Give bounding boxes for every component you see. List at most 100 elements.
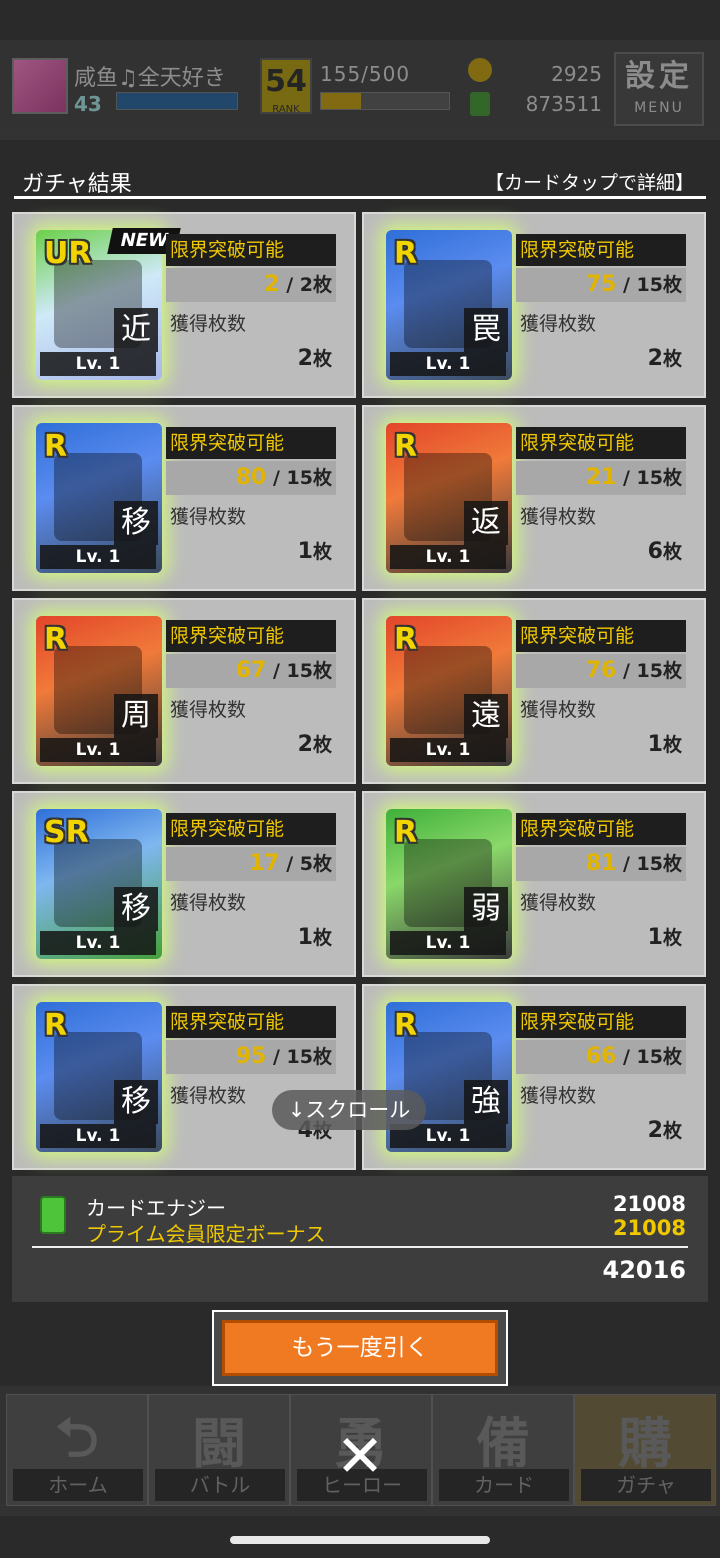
card-level: Lv. 1 bbox=[390, 931, 506, 955]
obtained-count: 2 bbox=[297, 346, 313, 371]
limit-break-value: 17 / 5枚 bbox=[166, 847, 336, 881]
obtained-value: 2枚 bbox=[166, 342, 336, 376]
limit-have: 76 bbox=[585, 658, 617, 683]
obtained-value: 2枚 bbox=[166, 728, 336, 762]
gacha-card[interactable]: R 遠 Lv. 1 限界突破可能 76 / 15枚 獲得枚数 1枚 bbox=[362, 598, 706, 784]
nav-icon: 備 bbox=[476, 1412, 530, 1475]
obtained-label: 獲得枚数 bbox=[520, 699, 597, 721]
limit-have: 81 bbox=[585, 851, 617, 876]
rarity-badge: R bbox=[394, 429, 418, 464]
limit-need: 2 bbox=[299, 274, 313, 296]
limit-break-value: 95 / 15枚 bbox=[166, 1040, 336, 1074]
gold-count: 2925 bbox=[551, 62, 602, 86]
limit-have: 80 bbox=[235, 465, 267, 490]
obtained-value: 1枚 bbox=[166, 535, 336, 569]
nav-item-0[interactable]: ⮌ ホーム bbox=[6, 1394, 148, 1506]
limit-need: 15 bbox=[286, 467, 313, 489]
nav-icon: 闘 bbox=[192, 1412, 246, 1475]
card-type-badge: 移 bbox=[114, 887, 158, 931]
limit-break-value: 75 / 15枚 bbox=[516, 268, 686, 302]
count-unit: 枚 bbox=[662, 660, 682, 682]
obtained-count: 1 bbox=[297, 539, 313, 564]
limit-break-label: 限界突破可能 bbox=[516, 813, 686, 845]
player-avatar bbox=[12, 58, 68, 114]
limit-break-label: 限界突破可能 bbox=[166, 813, 336, 845]
card-type-badge: 弱 bbox=[464, 887, 508, 931]
rarity-badge: R bbox=[394, 1008, 418, 1043]
energy-label: カードエナジー bbox=[86, 1196, 226, 1220]
rarity-badge: R bbox=[44, 1008, 68, 1043]
count-unit: 枚 bbox=[312, 853, 332, 875]
obtained-value: 1枚 bbox=[166, 921, 336, 955]
gacha-card[interactable]: R 返 Lv. 1 限界突破可能 21 / 15枚 獲得枚数 6枚 bbox=[362, 405, 706, 591]
count-unit: 枚 bbox=[312, 660, 332, 682]
count-unit: 枚 bbox=[662, 541, 682, 563]
player-name: 咸鱼♫全天好き bbox=[74, 66, 226, 91]
gacha-card[interactable]: R 移 Lv. 1 限界突破可能 80 / 15枚 獲得枚数 1枚 bbox=[12, 405, 356, 591]
gacha-card[interactable]: R 周 Lv. 1 限界突破可能 67 / 15枚 獲得枚数 2枚 bbox=[12, 598, 356, 784]
obtained-value: 1枚 bbox=[516, 921, 686, 955]
settings-menu-button[interactable]: 設定 MENU bbox=[614, 52, 704, 126]
nav-item-4[interactable]: 購ガチャ bbox=[574, 1394, 716, 1506]
obtained-label: 獲得枚数 bbox=[170, 699, 247, 721]
energy-summary: カードエナジー プライム会員限定ボーナス 21008 21008 42016 bbox=[12, 1176, 708, 1302]
rarity-badge: R bbox=[44, 622, 68, 657]
card-type-badge: 返 bbox=[464, 501, 508, 545]
count-unit: 枚 bbox=[312, 348, 332, 370]
settings-label: 設定 bbox=[625, 59, 693, 94]
exp-bar bbox=[116, 92, 238, 110]
gacha-card[interactable]: R 弱 Lv. 1 限界突破可能 81 / 15枚 獲得枚数 1枚 bbox=[362, 791, 706, 977]
limit-break-value: 2 / 2枚 bbox=[166, 268, 336, 302]
gacha-card[interactable]: SR 移 Lv. 1 限界突破可能 17 / 5枚 獲得枚数 1枚 bbox=[12, 791, 356, 977]
stamina-bar bbox=[320, 92, 450, 110]
nav-item-3[interactable]: 備カード bbox=[432, 1394, 574, 1506]
count-unit: 枚 bbox=[662, 734, 682, 756]
count-unit: 枚 bbox=[312, 274, 332, 296]
limit-have: 75 bbox=[585, 272, 617, 297]
gacha-card[interactable]: R 罠 Lv. 1 限界突破可能 75 / 15枚 獲得枚数 2枚 bbox=[362, 212, 706, 398]
nav-icon: 購 bbox=[618, 1412, 672, 1475]
rank-label: RANK bbox=[272, 104, 300, 115]
limit-break-label: 限界突破可能 bbox=[516, 1006, 686, 1038]
gacha-card[interactable]: R 強 Lv. 1 限界突破可能 66 / 15枚 獲得枚数 2枚 bbox=[362, 984, 706, 1170]
card-type-badge: 強 bbox=[464, 1080, 508, 1124]
limit-break-value: 67 / 15枚 bbox=[166, 654, 336, 688]
limit-need: 15 bbox=[636, 853, 663, 875]
count-unit: 枚 bbox=[662, 1120, 682, 1142]
result-title: ガチャ結果 bbox=[22, 172, 132, 197]
nav-item-1[interactable]: 闘バトル bbox=[148, 1394, 290, 1506]
limit-break-label: 限界突破可能 bbox=[166, 1006, 336, 1038]
result-header: ガチャ結果 【カードタップで詳細】 bbox=[0, 160, 720, 204]
summary-divider bbox=[32, 1246, 688, 1248]
gacha-card[interactable]: UR NEW 近 Lv. 1 限界突破可能 2 / 2枚 獲得枚数 2枚 bbox=[12, 212, 356, 398]
obtained-count: 1 bbox=[297, 925, 313, 950]
player-level: 43 bbox=[74, 92, 102, 116]
coin-icon bbox=[468, 58, 492, 82]
rarity-badge: R bbox=[394, 815, 418, 850]
limit-break-label: 限界突破可能 bbox=[166, 620, 336, 652]
limit-have: 21 bbox=[585, 465, 617, 490]
card-level: Lv. 1 bbox=[40, 931, 156, 955]
count-unit: 枚 bbox=[312, 1046, 332, 1068]
count-unit: 枚 bbox=[662, 927, 682, 949]
card-level: Lv. 1 bbox=[40, 545, 156, 569]
nav-label: ホーム bbox=[13, 1469, 143, 1501]
limit-break-label: 限界突破可能 bbox=[516, 234, 686, 266]
limit-break-value: 80 / 15枚 bbox=[166, 461, 336, 495]
home-indicator[interactable] bbox=[230, 1536, 490, 1544]
draw-again-button[interactable]: もう一度引く bbox=[222, 1320, 498, 1376]
limit-have: 2 bbox=[264, 272, 280, 297]
count-unit: 枚 bbox=[662, 348, 682, 370]
limit-have: 17 bbox=[248, 851, 280, 876]
limit-break-value: 66 / 15枚 bbox=[516, 1040, 686, 1074]
bonus-value: 21008 bbox=[612, 1216, 686, 1240]
limit-need: 15 bbox=[636, 467, 663, 489]
gacha-card[interactable]: R 移 Lv. 1 限界突破可能 95 / 15枚 獲得枚数 4枚 bbox=[12, 984, 356, 1170]
status-bar: 咸鱼♫全天好き 43 54 RANK 155/500 2925 873511 設… bbox=[0, 40, 720, 140]
limit-break-value: 76 / 15枚 bbox=[516, 654, 686, 688]
close-icon[interactable]: ✕ bbox=[330, 1426, 390, 1486]
card-type-badge: 罠 bbox=[464, 308, 508, 352]
obtained-label: 獲得枚数 bbox=[520, 313, 597, 335]
obtained-count: 1 bbox=[647, 925, 663, 950]
draw-again-frame: もう一度引く bbox=[212, 1310, 508, 1386]
